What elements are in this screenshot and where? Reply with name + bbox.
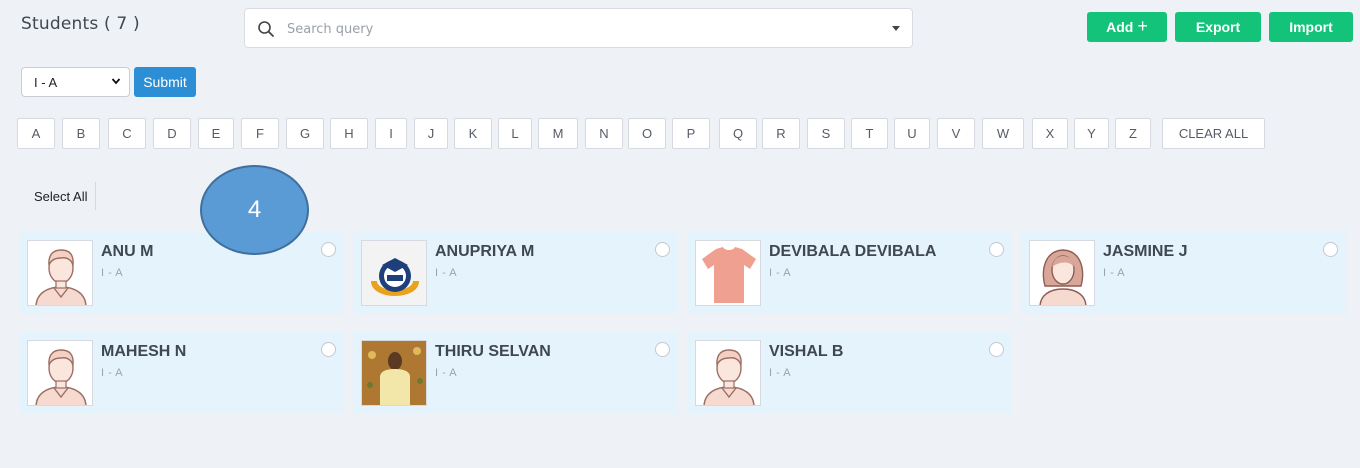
student-card[interactable]: JASMINE J I - A [1021, 232, 1346, 314]
letter-filter-u[interactable]: U [894, 118, 930, 149]
letter-filter-e[interactable]: E [198, 118, 234, 149]
student-class: I - A [1103, 267, 1126, 279]
letter-filter-k[interactable]: K [454, 118, 492, 149]
students-page: Students ( 7 ) Add + Export Import I - A… [7, 0, 1360, 468]
letter-filter-v[interactable]: V [937, 118, 975, 149]
student-select-radio[interactable] [321, 242, 336, 257]
student-card[interactable]: DEVIBALA DEVIBALA I - A [687, 232, 1012, 314]
letter-filter-g[interactable]: G [286, 118, 324, 149]
letter-filter-p[interactable]: P [672, 118, 710, 149]
male-avatar-icon [27, 240, 93, 306]
letter-filter-l[interactable]: L [498, 118, 532, 149]
letter-filter-j[interactable]: J [414, 118, 448, 149]
student-class: I - A [769, 367, 792, 379]
student-select-radio[interactable] [989, 342, 1004, 357]
student-class: I - A [435, 367, 458, 379]
male-avatar-icon [695, 340, 761, 406]
letter-filter-h[interactable]: H [330, 118, 368, 149]
export-button[interactable]: Export [1175, 12, 1261, 42]
letter-filter-i[interactable]: I [375, 118, 407, 149]
search-box[interactable] [244, 8, 913, 48]
letter-filter-r[interactable]: R [762, 118, 800, 149]
male-avatar-icon [27, 340, 93, 406]
student-name: DEVIBALA DEVIBALA [769, 243, 937, 260]
submit-button[interactable]: Submit [134, 67, 196, 97]
student-class: I - A [435, 267, 458, 279]
letter-filter-z[interactable]: Z [1115, 118, 1151, 149]
student-photo [361, 340, 427, 406]
letter-filter-m[interactable]: M [538, 118, 578, 149]
letter-filter-s[interactable]: S [807, 118, 845, 149]
student-select-radio[interactable] [321, 342, 336, 357]
import-button[interactable]: Import [1269, 12, 1353, 42]
class-select[interactable]: I - A [21, 67, 130, 97]
add-button-label: Add [1106, 19, 1134, 35]
letter-filter-d[interactable]: D [153, 118, 191, 149]
page-title: Students ( 7 ) [21, 14, 140, 34]
search-input[interactable] [287, 17, 867, 41]
female-avatar-icon [1029, 240, 1095, 306]
letter-filter-b[interactable]: B [62, 118, 100, 149]
student-card[interactable]: THIRU SELVAN I - A [353, 332, 678, 414]
student-select-radio[interactable] [655, 242, 670, 257]
school-logo-icon [361, 240, 427, 306]
search-icon [258, 21, 274, 37]
student-card[interactable]: ANU M I - A [19, 232, 344, 314]
letter-filter-y[interactable]: Y [1074, 118, 1109, 149]
annotation-badge: 4 [200, 165, 309, 255]
letter-filter-a[interactable]: A [17, 118, 55, 149]
letter-filter-n[interactable]: N [585, 118, 623, 149]
chevron-down-icon [111, 78, 121, 85]
student-name: JASMINE J [1103, 243, 1188, 260]
student-class: I - A [101, 367, 124, 379]
student-card[interactable]: MAHESH N I - A [19, 332, 344, 414]
student-select-radio[interactable] [989, 242, 1004, 257]
select-all-button[interactable]: Select All [26, 182, 97, 210]
student-card[interactable]: VISHAL B I - A [687, 332, 1012, 414]
student-name: THIRU SELVAN [435, 343, 551, 360]
class-select-value: I - A [34, 75, 58, 90]
plus-icon: + [1137, 15, 1148, 36]
student-class: I - A [769, 267, 792, 279]
letter-filter-o[interactable]: O [628, 118, 666, 149]
letter-filter-q[interactable]: Q [719, 118, 757, 149]
clear-all-button[interactable]: CLEAR ALL [1162, 118, 1265, 149]
student-name: MAHESH N [101, 343, 187, 360]
student-name: VISHAL B [769, 343, 844, 360]
letter-filter-t[interactable]: T [851, 118, 888, 149]
letter-filter-x[interactable]: X [1032, 118, 1068, 149]
student-card[interactable]: ANUPRIYA M I - A [353, 232, 678, 314]
student-select-radio[interactable] [1323, 242, 1338, 257]
dropdown-caret-icon[interactable] [892, 26, 900, 31]
letter-filter-c[interactable]: C [108, 118, 146, 149]
student-select-radio[interactable] [655, 342, 670, 357]
tshirt-icon [695, 240, 761, 306]
letter-filter-f[interactable]: F [241, 118, 279, 149]
add-button[interactable]: Add + [1087, 12, 1167, 42]
student-class: I - A [101, 267, 124, 279]
student-name: ANUPRIYA M [435, 243, 535, 260]
letter-filter-w[interactable]: W [982, 118, 1024, 149]
student-name: ANU M [101, 243, 154, 260]
